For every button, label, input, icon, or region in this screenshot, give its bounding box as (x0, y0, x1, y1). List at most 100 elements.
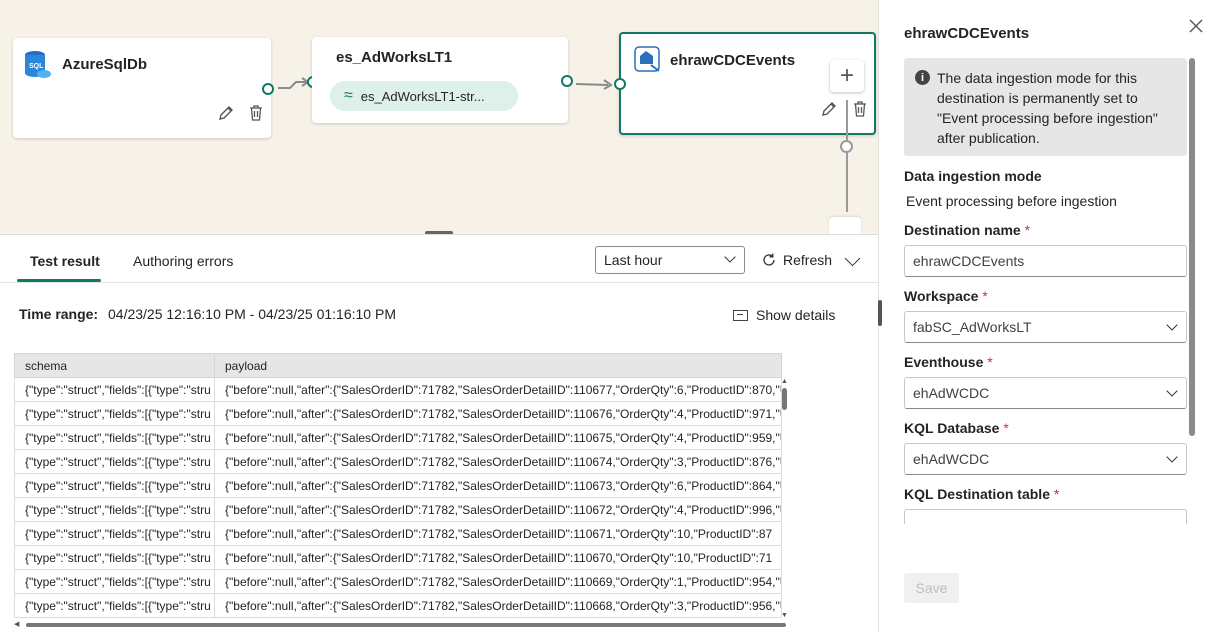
delete-icon[interactable] (851, 100, 869, 118)
refresh-label: Refresh (783, 252, 833, 268)
schema-cell[interactable]: {"type":"struct","fields":[{"type":"stru (14, 401, 215, 426)
workspace-label-text: Workspace (904, 288, 979, 304)
payload-cell[interactable]: {"before":null,"after":{"SalesOrderID":7… (214, 449, 782, 474)
refresh-button[interactable]: Refresh (761, 252, 832, 268)
payload-cell[interactable]: {"before":null,"after":{"SalesOrderID":7… (214, 569, 782, 594)
panel-title: ehrawCDCEvents (904, 25, 1030, 42)
scroll-down-arrow-icon[interactable]: ▼ (781, 612, 788, 619)
ingestion-mode-value: Event processing before ingestion (906, 193, 1117, 209)
save-button[interactable]: Save (904, 573, 959, 603)
connector-arrow (575, 79, 613, 90)
eventhouse-label-text: Eventhouse (904, 354, 984, 370)
time-range-display: Time range: 04/23/25 12:16:10 PM - 04/23… (19, 306, 396, 322)
destination-name-label-text: Destination name (904, 222, 1021, 238)
schema-cell[interactable]: {"type":"struct","fields":[{"type":"stru (14, 425, 215, 450)
payload-cell[interactable]: {"before":null,"after":{"SalesOrderID":7… (214, 593, 782, 618)
schema-cell[interactable]: {"type":"struct","fields":[{"type":"stru (14, 377, 215, 402)
info-icon: i (915, 70, 930, 85)
tab-test-result[interactable]: Test result (30, 253, 100, 269)
workspace-value: fabSC_AdWorksLT (913, 319, 1032, 335)
eventstream-node[interactable]: es_AdWorksLT1 ≈ es_AdWorksLT1-str... (312, 37, 568, 123)
payload-cell[interactable]: {"before":null,"after":{"SalesOrderID":7… (214, 521, 782, 546)
payload-cell[interactable]: {"before":null,"after":{"SalesOrderID":7… (214, 545, 782, 570)
chevron-down-icon (1166, 451, 1178, 463)
vertical-scroll-thumb[interactable] (782, 388, 787, 410)
chevron-down-icon (1166, 385, 1178, 397)
table-row: {"type":"struct","fields":[{"type":"stru… (14, 497, 782, 522)
close-icon[interactable] (1188, 18, 1204, 34)
delete-icon[interactable] (247, 104, 265, 122)
edit-icon[interactable] (217, 104, 235, 122)
table-row: {"type":"struct","fields":[{"type":"stru… (14, 569, 782, 594)
stream-output-port[interactable] (561, 75, 573, 87)
destination-node-eventhouse[interactable]: ehrawCDCEvents + (619, 32, 876, 135)
time-range-select[interactable]: Last hour (595, 246, 745, 274)
table-horizontal-scrollbar[interactable]: ◀ (14, 620, 786, 629)
time-range-select-value: Last hour (604, 252, 663, 268)
chevron-down-icon (1166, 319, 1178, 331)
stream-pill[interactable]: ≈ es_AdWorksLT1-str... (330, 81, 518, 111)
destination-input-port[interactable] (614, 78, 626, 90)
table-vertical-scrollbar[interactable]: ▲ ▼ (781, 378, 789, 622)
eventhouse-select[interactable]: ehAdWCDC (904, 377, 1187, 409)
payload-cell[interactable]: {"before":null,"after":{"SalesOrderID":7… (214, 401, 782, 426)
kql-table-label-text: KQL Destination table (904, 486, 1050, 502)
kql-database-select[interactable]: ehAdWCDC (904, 443, 1187, 475)
add-destination-button[interactable]: + (830, 60, 864, 92)
destination-name-field[interactable]: ehrawCDCEvents (904, 245, 1187, 277)
panel-scrollbar[interactable] (1189, 58, 1195, 436)
next-node-stub[interactable] (829, 217, 861, 234)
eventhouse-label: Eventhouse * (904, 354, 993, 370)
info-message-text: The data ingestion mode for this destina… (937, 70, 1158, 146)
kql-table-label: KQL Destination table * (904, 486, 1059, 502)
horizontal-scroll-thumb[interactable] (26, 623, 786, 627)
payload-cell[interactable]: {"before":null,"after":{"SalesOrderID":7… (214, 497, 782, 522)
tabs-divider (0, 282, 878, 283)
eventstream-node-title: es_AdWorksLT1 (336, 49, 453, 66)
table-row: {"type":"struct","fields":[{"type":"stru… (14, 521, 782, 546)
kql-database-value: ehAdWCDC (913, 451, 990, 467)
svg-text:SQL: SQL (29, 63, 44, 70)
add-connector-port[interactable] (840, 140, 853, 153)
tab-authoring-errors[interactable]: Authoring errors (133, 253, 233, 269)
schema-cell[interactable]: {"type":"struct","fields":[{"type":"stru (14, 593, 215, 618)
time-range-value: 04/23/25 12:16:10 PM - 04/23/25 01:16:10… (108, 306, 396, 322)
table-row: {"type":"struct","fields":[{"type":"stru… (14, 473, 782, 498)
scroll-left-arrow-icon[interactable]: ◀ (14, 620, 19, 628)
table-row: {"type":"struct","fields":[{"type":"stru… (14, 593, 782, 618)
source-output-port[interactable] (262, 83, 274, 95)
edit-icon[interactable] (820, 100, 838, 118)
eventstream-canvas[interactable]: SQL AzureSqlDb es_AdWorksLT1 ≈ es_AdWork… (0, 0, 878, 235)
destination-node-title: ehrawCDCEvents (670, 52, 796, 69)
column-header-payload[interactable]: payload (214, 353, 782, 378)
side-panel-resize-handle[interactable] (878, 300, 882, 326)
payload-cell[interactable]: {"before":null,"after":{"SalesOrderID":7… (214, 473, 782, 498)
payload-cell[interactable]: {"before":null,"after":{"SalesOrderID":7… (214, 425, 782, 450)
add-connector-line (846, 100, 848, 212)
table-row: {"type":"struct","fields":[{"type":"stru… (14, 377, 782, 402)
eventhouse-icon (634, 46, 660, 72)
source-node-azuresqldb[interactable]: SQL AzureSqlDb (13, 38, 271, 138)
workspace-select[interactable]: fabSC_AdWorksLT (904, 311, 1187, 343)
schema-cell[interactable]: {"type":"struct","fields":[{"type":"stru (14, 521, 215, 546)
required-indicator: * (1003, 420, 1009, 436)
column-header-schema[interactable]: schema (14, 353, 215, 378)
payload-cell[interactable]: {"before":null,"after":{"SalesOrderID":7… (214, 377, 782, 402)
schema-cell[interactable]: {"type":"struct","fields":[{"type":"stru (14, 497, 215, 522)
scroll-up-arrow-icon[interactable]: ▲ (781, 378, 788, 385)
schema-cell[interactable]: {"type":"struct","fields":[{"type":"stru (14, 473, 215, 498)
destination-settings-panel: ehrawCDCEvents i The data ingestion mode… (878, 0, 1216, 632)
show-details-button[interactable]: Show details (733, 307, 835, 323)
kql-table-select[interactable] (904, 509, 1187, 524)
table-header-row: schema payload (14, 353, 782, 378)
collapse-panel-chevron-icon[interactable] (844, 250, 861, 267)
schema-cell[interactable]: {"type":"struct","fields":[{"type":"stru (14, 545, 215, 570)
table-row: {"type":"struct","fields":[{"type":"stru… (14, 449, 782, 474)
results-table: schema payload {"type":"struct","fields"… (14, 353, 782, 618)
required-indicator: * (1053, 486, 1060, 502)
schema-cell[interactable]: {"type":"struct","fields":[{"type":"stru (14, 449, 215, 474)
table-row: {"type":"struct","fields":[{"type":"stru… (14, 401, 782, 426)
stream-icon: ≈ (344, 87, 353, 104)
schema-cell[interactable]: {"type":"struct","fields":[{"type":"stru (14, 569, 215, 594)
details-icon (733, 309, 748, 321)
